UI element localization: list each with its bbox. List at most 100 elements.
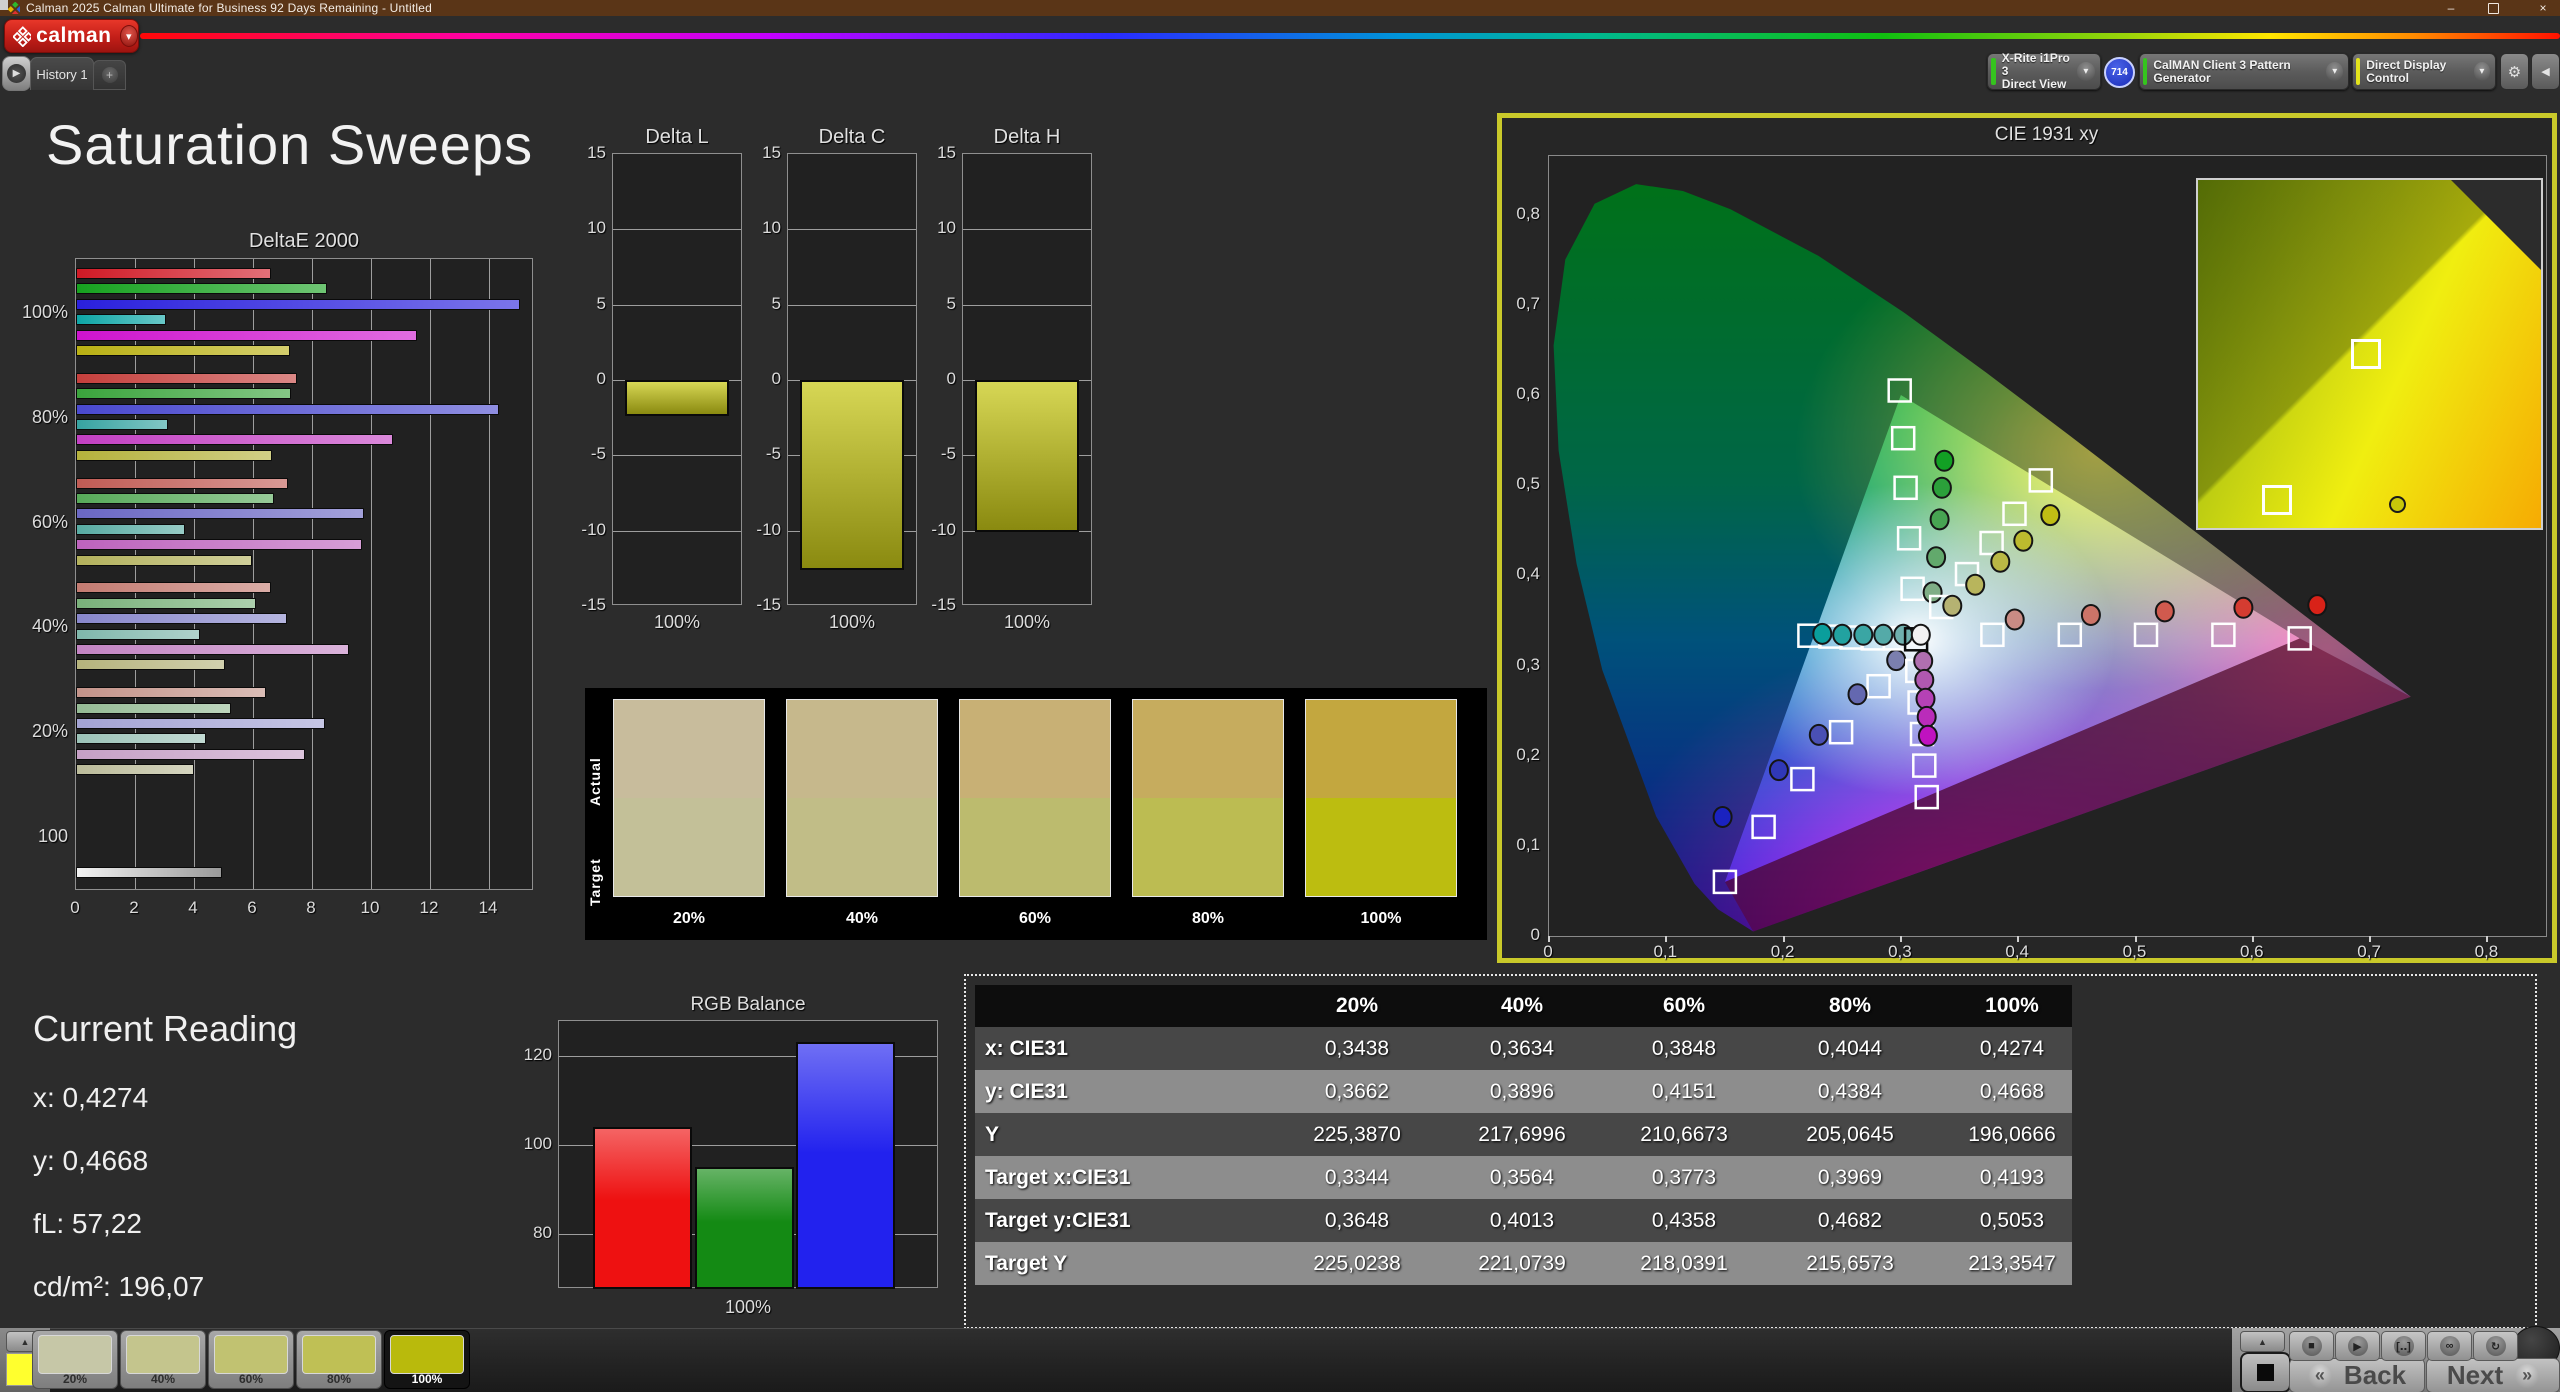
gridline (613, 229, 741, 231)
current-reading-x: x: 0,4274 (33, 1082, 149, 1113)
meter-count-badge[interactable]: 714 (2104, 57, 2135, 88)
deltae-y-label: 40% (31, 616, 68, 637)
gridline (788, 229, 916, 231)
swatch-target-100% (1305, 798, 1457, 897)
rgb-y-tick: 120 (523, 1044, 552, 1064)
deltae-bar-100%-yellow (76, 345, 290, 356)
deltae-bar-60%-green (76, 493, 274, 504)
pattern-button-100%[interactable]: 100% (384, 1330, 470, 1389)
table-cell: 0,3662 (1324, 1079, 1390, 1103)
transport-expand-button[interactable]: ▲ (2240, 1331, 2285, 1352)
table-header-cell: 60% (1662, 994, 1706, 1017)
chevron-down-icon: ▾ (2083, 66, 2089, 77)
next-button[interactable]: Next » (2426, 1358, 2560, 1392)
back-chevron-icon: « (2307, 1363, 2332, 1388)
table-cell: 0,3344 (1324, 1165, 1390, 1189)
table-cell: 0,4384 (1817, 1079, 1883, 1103)
table-row: Target Y 225,0238 221,0739 218,0391 215,6573… (975, 1242, 2072, 1285)
display-control-button[interactable]: Direct Display Control ▾ (2352, 53, 2496, 90)
pattern-button-20%[interactable]: 20% (32, 1330, 118, 1389)
deltae-bar-100%-red (76, 268, 271, 279)
cie-zoom-inset (2196, 178, 2543, 530)
cie-measured-green-80 (1931, 476, 1952, 499)
up-arrow-icon: ▲ (20, 1336, 30, 1347)
transport-refresh-button[interactable]: ↻ (2473, 1331, 2518, 1361)
table-row-label: Target Y (985, 1251, 1068, 1275)
cie-x-tick: 0,6 (2239, 942, 2264, 961)
calman-menu-button[interactable]: calman ▾ (4, 19, 139, 53)
delta-y-tick: 10 (762, 218, 781, 238)
table-row: y: CIE31 0,3662 0,3896 0,4151 0,4384 0,4668 (975, 1070, 2072, 1113)
calman-menu-dropdown[interactable]: ▾ (119, 25, 138, 47)
pattern-button-40%[interactable]: 40% (120, 1330, 206, 1389)
gridline (613, 455, 741, 457)
cie-x-tickmark (1899, 936, 1902, 942)
gridline (430, 259, 431, 889)
restore-button[interactable] (2488, 2, 2506, 14)
inset-measured-marker (2388, 495, 2406, 513)
cie-measured-red-40 (2080, 604, 2101, 626)
delta-c-title: Delta C (818, 126, 886, 148)
table-cell: 217,6996 (1478, 1122, 1566, 1146)
pattern-button-60%[interactable]: 60% (208, 1330, 294, 1389)
swatch-actual-60% (959, 699, 1111, 798)
pattern-swatch (126, 1335, 200, 1374)
deltae-bar-20%-magenta (76, 748, 305, 760)
deltae-bar-80%-red (76, 372, 298, 384)
deltae-x-tick: 10 (360, 898, 380, 917)
transport-play-button[interactable]: ▶ (2335, 1331, 2380, 1361)
current-reading-y: y: 0,4668 (33, 1145, 149, 1176)
cie-measured-magenta-80 (1916, 705, 1937, 728)
transport-loop-button[interactable]: ∞ (2427, 1331, 2472, 1361)
delta-h-bar (975, 380, 1079, 533)
calman-logo-icon (8, 2, 20, 14)
cie-x-tick: 0,3 (1888, 942, 1912, 961)
delta-y-tick: -10 (581, 519, 606, 539)
transport-range-button[interactable]: [‥] (2381, 1331, 2426, 1361)
play-icon: ▶ (7, 64, 26, 83)
deltae-bar-40%-blue (76, 613, 287, 625)
deltae-bar-80%-yellow (76, 449, 273, 461)
table-cell: 196,0666 (1968, 1122, 2056, 1146)
table-cell: 0,3969 (1817, 1165, 1883, 1189)
stop-measurement-button[interactable] (2240, 1352, 2291, 1392)
deltae-x-tick: 12 (419, 898, 439, 917)
meter-dropdown[interactable]: ▾ (2076, 62, 2095, 81)
gridline (613, 304, 741, 306)
swatch-column-label: 20% (672, 910, 706, 927)
settings-button[interactable]: ⚙ (2500, 53, 2529, 90)
swatch-row-label-target: Target (587, 858, 603, 906)
table-cell: 0,5053 (1979, 1208, 2045, 1232)
table-row-label: Target x:CIE31 (985, 1165, 1131, 1189)
workflow-expand-button[interactable]: ▶ (2, 56, 31, 91)
collapse-panel-button[interactable]: ◀ (2531, 53, 2560, 90)
pattern-swatch (302, 1335, 376, 1374)
source-device-button[interactable]: CalMAN Client 3 Pattern Generator ▾ (2139, 53, 2349, 90)
deltae-bar-20%-blue (76, 718, 326, 729)
meter-device-button[interactable]: X-Rite i1Pro 3 Direct View ▾ (1987, 52, 2101, 91)
table-header-cell: 80% (1828, 994, 1872, 1017)
minimize-button[interactable]: – (2442, 1, 2460, 15)
rgb-bar-green (695, 1167, 794, 1289)
up-arrow-icon: ▲ (2258, 1336, 2267, 1347)
cie-x-tick: 0,1 (1653, 942, 1678, 961)
tab-history-1[interactable]: History 1 (30, 57, 94, 90)
delta-y-tick: -15 (931, 595, 956, 614)
delta-h-chart (962, 153, 1092, 605)
cie-y-tick: 0,7 (1516, 293, 1540, 313)
delta-y-tick: 10 (937, 218, 956, 238)
table-cell: 213,3547 (1968, 1251, 2056, 1275)
back-button[interactable]: « Back (2289, 1358, 2425, 1392)
pattern-button-80%[interactable]: 80% (296, 1330, 382, 1389)
cie-x-tickmark (2251, 936, 2254, 942)
deltae-bar-100-white (76, 867, 222, 878)
transport-stop-button[interactable]: ■ (2289, 1331, 2334, 1361)
source-dropdown[interactable]: ▾ (2326, 62, 2343, 81)
deltae-bar-80%-cyan (76, 419, 168, 430)
add-tab-button[interactable]: + (93, 60, 126, 90)
display-dropdown[interactable]: ▾ (2473, 62, 2490, 81)
close-button[interactable]: × (2534, 1, 2552, 15)
cie-x-tick: 0,7 (2357, 942, 2381, 961)
table-cell: 0,4358 (1651, 1208, 1717, 1232)
table-row: Y 225,3870 217,6996 210,6673 205,0645 196,066… (975, 1113, 2072, 1156)
